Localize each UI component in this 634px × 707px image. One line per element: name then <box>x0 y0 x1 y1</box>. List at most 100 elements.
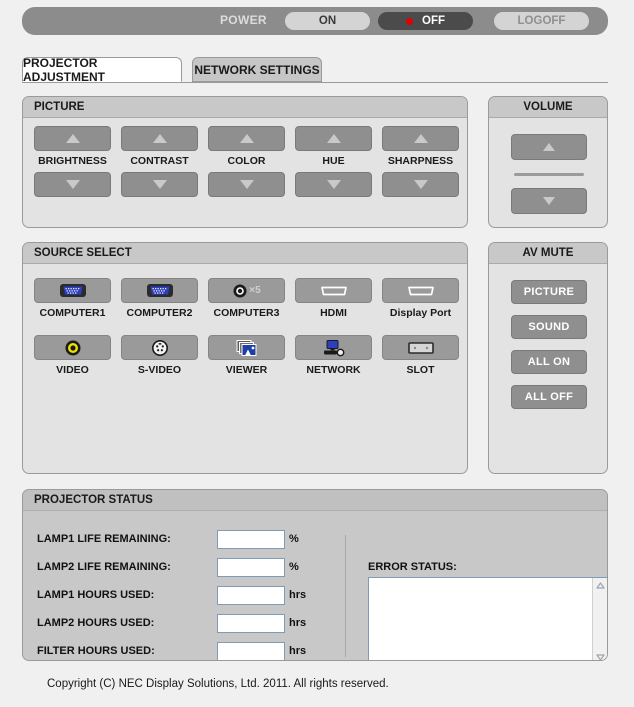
power-label: POWER <box>220 13 267 27</box>
picture-control-contrast: CONTRAST <box>121 126 198 197</box>
lamp2-hours-input[interactable] <box>217 613 285 633</box>
chevron-down-icon[interactable] <box>593 650 607 660</box>
source-hdmi-label: HDMI <box>320 307 347 319</box>
tab-network-settings-label: NETWORK SETTINGS <box>194 62 320 77</box>
tab-network-settings[interactable]: NETWORK SETTINGS <box>192 57 322 82</box>
av-mute-picture-button[interactable]: PICTURE <box>511 280 587 304</box>
triangle-up-icon <box>152 134 167 143</box>
logoff-label: LOGOFF <box>517 15 566 27</box>
tab-bar: PROJECTOR ADJUSTMENT NETWORK SETTINGS <box>22 55 608 84</box>
triangle-down-icon <box>413 180 428 189</box>
source-network-label: NETWORK <box>306 364 361 376</box>
picture-control-brightness: BRIGHTNESS <box>34 126 111 197</box>
status-row-lamp2-hours: LAMP2 HOURS USED: hrs <box>37 609 306 637</box>
volume-down-button[interactable] <box>511 188 587 214</box>
source-s-video-button[interactable] <box>121 335 198 360</box>
status-row-lamp2-life: LAMP2 LIFE REMAINING: % <box>37 553 306 581</box>
source-slot-button[interactable] <box>382 335 459 360</box>
contrast-down-button[interactable] <box>121 172 198 197</box>
lamp1-hours-unit: hrs <box>289 589 307 601</box>
s-video-din-icon <box>151 339 168 356</box>
source-computer3: ×5 COMPUTER3 <box>208 278 285 323</box>
source-computer1: COMPUTER1 <box>34 278 111 323</box>
volume-panel-title: VOLUME <box>489 97 607 118</box>
volume-separator <box>514 173 584 176</box>
triangle-up-icon <box>65 134 80 143</box>
triangle-down-icon <box>543 197 555 205</box>
av-mute-sound-button[interactable]: SOUND <box>511 315 587 339</box>
bnc-x5-icon <box>233 284 247 297</box>
projector-web-control-page: POWER ON OFF LOGOFF PROJECTOR ADJUSTMENT… <box>0 0 634 707</box>
picture-panel-title: PICTURE <box>23 97 467 118</box>
copyright-text: Copyright (C) NEC Display Solutions, Ltd… <box>47 678 389 690</box>
av-mute-panel: AV MUTE PICTURE SOUND ALL ON ALL OFF <box>488 242 608 474</box>
chevron-up-icon[interactable] <box>593 578 607 592</box>
hue-label: HUE <box>322 155 345 167</box>
source-computer3-button[interactable]: ×5 <box>208 278 285 303</box>
hue-down-button[interactable] <box>295 172 372 197</box>
av-mute-all-on-label: ALL ON <box>527 356 571 368</box>
triangle-up-icon <box>326 134 341 143</box>
volume-up-button[interactable] <box>511 134 587 160</box>
filter-hours-input[interactable] <box>217 641 285 660</box>
lamp2-life-unit: % <box>289 561 299 573</box>
color-down-button[interactable] <box>208 172 285 197</box>
error-status-box[interactable] <box>368 577 607 660</box>
source-s-video-label: S-VIDEO <box>137 364 182 376</box>
error-status-label: ERROR STATUS: <box>368 561 457 573</box>
power-on-button[interactable]: ON <box>285 12 370 30</box>
source-row-1: COMPUTER1 COMPUTER2 ×5 COMPUTER3 HDMI Di… <box>34 278 459 323</box>
contrast-label: CONTRAST <box>130 155 189 167</box>
tab-projector-adjustment-label: PROJECTOR ADJUSTMENT <box>23 55 106 84</box>
triangle-up-icon <box>239 134 254 143</box>
source-display-port-label: Display Port <box>389 307 452 319</box>
triangle-down-icon <box>239 180 254 189</box>
lamp2-hours-label: LAMP2 HOURS USED: <box>37 617 155 629</box>
stacked-images-icon <box>236 339 256 356</box>
triangle-down-icon <box>152 180 167 189</box>
source-computer3-label: COMPUTER3 <box>213 307 280 319</box>
bnc-multiplier-label: ×5 <box>249 285 261 296</box>
av-mute-all-off-button[interactable]: ALL OFF <box>511 385 587 409</box>
source-computer2: COMPUTER2 <box>121 278 198 323</box>
displayport-icon <box>407 286 434 295</box>
volume-panel: VOLUME <box>488 96 608 228</box>
source-computer1-button[interactable] <box>34 278 111 303</box>
logoff-button[interactable]: LOGOFF <box>494 12 589 30</box>
av-mute-all-on-button[interactable]: ALL ON <box>511 350 587 374</box>
source-s-video: S-VIDEO <box>121 335 198 380</box>
source-select-panel: SOURCE SELECT COMPUTER1 COMPUTER2 ×5 COM… <box>22 242 468 474</box>
source-slot: SLOT <box>382 335 459 380</box>
source-display-port: Display Port <box>382 278 459 323</box>
source-buttons-grid: COMPUTER1 COMPUTER2 ×5 COMPUTER3 HDMI Di… <box>34 278 459 392</box>
contrast-up-button[interactable] <box>121 126 198 151</box>
av-mute-panel-title: AV MUTE <box>489 243 607 264</box>
source-network-button[interactable] <box>295 335 372 360</box>
power-off-label: OFF <box>422 15 445 27</box>
source-computer2-button[interactable] <box>121 278 198 303</box>
source-computer2-label: COMPUTER2 <box>126 307 193 319</box>
projector-status-panel: PROJECTOR STATUS LAMP1 LIFE REMAINING: %… <box>22 489 608 661</box>
source-row-2: VIDEO S-VIDEO VIEWER NETWORK SLOT <box>34 335 459 380</box>
brightness-down-button[interactable] <box>34 172 111 197</box>
brightness-up-button[interactable] <box>34 126 111 151</box>
source-display-port-button[interactable] <box>382 278 459 303</box>
lamp2-hours-unit: hrs <box>289 617 307 629</box>
hue-up-button[interactable] <box>295 126 372 151</box>
lamp1-hours-input[interactable] <box>217 585 285 605</box>
sharpness-up-button[interactable] <box>382 126 459 151</box>
source-video-button[interactable] <box>34 335 111 360</box>
sharpness-down-button[interactable] <box>382 172 459 197</box>
sharpness-label: SHARPNESS <box>387 155 454 167</box>
color-label: COLOR <box>227 155 266 167</box>
power-off-button[interactable]: OFF <box>378 12 473 30</box>
error-status-scrollbar[interactable] <box>592 578 607 660</box>
color-up-button[interactable] <box>208 126 285 151</box>
lamp1-hours-label: LAMP1 HOURS USED: <box>37 589 155 601</box>
source-viewer-button[interactable] <box>208 335 285 360</box>
lamp2-life-input[interactable] <box>217 557 285 577</box>
triangle-up-icon <box>413 134 428 143</box>
lamp1-life-input[interactable] <box>217 529 285 549</box>
tab-projector-adjustment[interactable]: PROJECTOR ADJUSTMENT <box>22 55 182 84</box>
source-hdmi-button[interactable] <box>295 278 372 303</box>
